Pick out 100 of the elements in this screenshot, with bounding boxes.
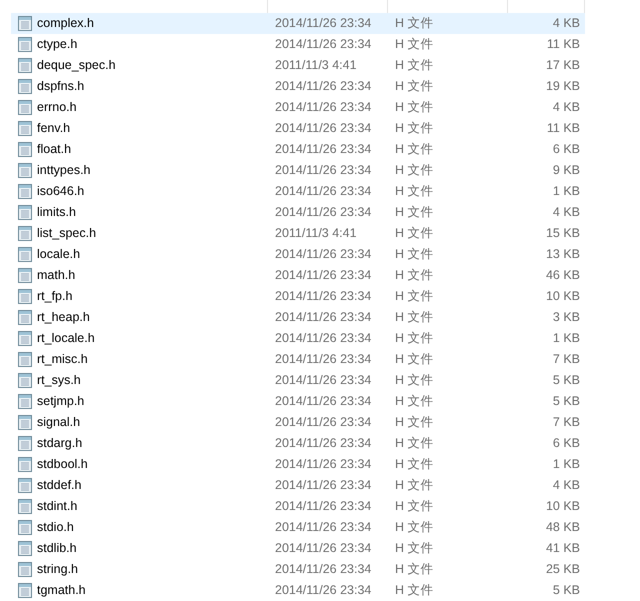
- file-row[interactable]: stddef.h 2014/11/26 23:34 H 文件 4 KB: [11, 475, 585, 496]
- modified-date: 2014/11/26 23:34: [275, 310, 372, 324]
- file-type: H 文件: [395, 478, 434, 492]
- file-row[interactable]: complex.h 2014/11/26 23:34 H 文件 4 KB: [11, 13, 585, 34]
- file-size: 7 KB: [552, 415, 580, 430]
- file-row[interactable]: setjmp.h 2014/11/26 23:34 H 文件 5 KB: [11, 391, 585, 412]
- file-size: 25 KB: [546, 562, 580, 576]
- file-name: float.h: [37, 141, 72, 158]
- file-row[interactable]: tgmath.h 2014/11/26 23:34 H 文件 5 KB: [11, 580, 585, 601]
- file-type: H 文件: [395, 436, 434, 450]
- modified-date: 2014/11/26 23:34: [275, 16, 372, 30]
- file-row[interactable]: string.h 2014/11/26 23:34 H 文件 25 KB: [11, 559, 585, 580]
- file-type: H 文件: [395, 37, 434, 52]
- file-name: stddef.h: [37, 477, 82, 494]
- file-name: limits.h: [37, 204, 76, 222]
- file-name: iso646.h: [37, 183, 84, 200]
- file-name: setjmp.h: [37, 393, 84, 410]
- file-size: 41 KB: [546, 541, 580, 556]
- file-row[interactable]: signal.h 2014/11/26 23:34 H 文件 7 KB: [11, 412, 585, 433]
- file-name: list_spec.h: [37, 225, 96, 242]
- file-size: 6 KB: [552, 142, 580, 156]
- file-type: H 文件: [395, 205, 434, 220]
- file-row[interactable]: rt_misc.h 2014/11/26 23:34 H 文件 7 KB: [11, 349, 585, 370]
- file-icon: [17, 393, 33, 410]
- file-name: stdio.h: [37, 519, 74, 536]
- file-row[interactable]: stdarg.h 2014/11/26 23:34 H 文件 6 KB: [11, 433, 585, 454]
- file-row[interactable]: stdlib.h 2014/11/26 23:34 H 文件 41 KB: [11, 538, 585, 559]
- file-icon: [17, 120, 33, 137]
- file-icon: [17, 288, 33, 305]
- file-row[interactable]: rt_heap.h 2014/11/26 23:34 H 文件 3 KB: [11, 307, 585, 328]
- file-size: 15 KB: [546, 226, 580, 240]
- file-name: tgmath.h: [37, 582, 86, 600]
- file-size: 11 KB: [546, 121, 580, 136]
- modified-date: 2014/11/26 23:34: [275, 79, 372, 94]
- file-row[interactable]: stdio.h 2014/11/26 23:34 H 文件 48 KB: [11, 517, 585, 538]
- file-icon: [17, 246, 33, 263]
- modified-date: 2014/11/26 23:34: [275, 331, 372, 346]
- file-row[interactable]: rt_locale.h 2014/11/26 23:34 H 文件 1 KB: [11, 328, 585, 349]
- file-row[interactable]: math.h 2014/11/26 23:34 H 文件 46 KB: [11, 265, 585, 286]
- modified-date: 2014/11/26 23:34: [275, 247, 372, 262]
- file-icon: [17, 540, 33, 557]
- file-icon: [17, 99, 33, 116]
- file-name: inttypes.h: [37, 162, 91, 180]
- file-size: 9 KB: [552, 163, 580, 178]
- file-type: H 文件: [395, 142, 434, 156]
- file-row[interactable]: errno.h 2014/11/26 23:34 H 文件 4 KB: [11, 97, 585, 118]
- file-icon: [17, 561, 33, 578]
- file-type: H 文件: [395, 79, 434, 94]
- modified-date: 2014/11/26 23:34: [275, 37, 372, 52]
- file-row[interactable]: rt_fp.h 2014/11/26 23:34 H 文件 10 KB: [11, 286, 585, 307]
- file-row[interactable]: stdbool.h 2014/11/26 23:34 H 文件 1 KB: [11, 454, 585, 475]
- file-type: H 文件: [395, 100, 434, 114]
- file-size: 13 KB: [546, 247, 580, 262]
- file-icon: [17, 351, 33, 368]
- file-type: H 文件: [395, 247, 434, 262]
- file-type: H 文件: [395, 352, 434, 366]
- file-icon: [17, 519, 33, 536]
- file-size: 1 KB: [552, 457, 580, 472]
- file-row[interactable]: rt_sys.h 2014/11/26 23:34 H 文件 5 KB: [11, 370, 585, 391]
- file-type: H 文件: [395, 163, 434, 178]
- modified-date: 2014/11/26 23:34: [275, 205, 372, 220]
- file-name: rt_heap.h: [37, 309, 90, 326]
- file-row[interactable]: locale.h 2014/11/26 23:34 H 文件 13 KB: [11, 244, 585, 265]
- file-name: signal.h: [37, 414, 80, 432]
- file-row[interactable]: deque_spec.h 2011/11/3 4:41 H 文件 17 KB: [11, 55, 585, 76]
- modified-date: 2014/11/26 23:34: [275, 394, 372, 408]
- modified-date: 2014/11/26 23:34: [275, 436, 372, 450]
- file-type: H 文件: [395, 373, 434, 388]
- file-size: 4 KB: [552, 100, 580, 114]
- file-name: string.h: [37, 561, 78, 578]
- file-icon: [17, 477, 33, 494]
- modified-date: 2014/11/26 23:34: [275, 163, 372, 178]
- file-row[interactable]: stdint.h 2014/11/26 23:34 H 文件 10 KB: [11, 496, 585, 517]
- file-size: 17 KB: [546, 58, 580, 72]
- file-type: H 文件: [395, 226, 434, 240]
- modified-date: 2014/11/26 23:34: [275, 478, 372, 492]
- file-type: H 文件: [395, 541, 434, 556]
- file-name: math.h: [37, 267, 76, 284]
- file-row[interactable]: inttypes.h 2014/11/26 23:34 H 文件 9 KB: [11, 160, 585, 181]
- file-icon: [17, 267, 33, 284]
- file-name: deque_spec.h: [37, 57, 116, 74]
- file-row[interactable]: limits.h 2014/11/26 23:34 H 文件 4 KB: [11, 202, 585, 223]
- modified-date: 2014/11/26 23:34: [275, 562, 372, 576]
- file-size: 4 KB: [552, 16, 580, 30]
- file-size: 5 KB: [552, 373, 580, 388]
- file-row[interactable]: dspfns.h 2014/11/26 23:34 H 文件 19 KB: [11, 76, 585, 97]
- file-row[interactable]: float.h 2014/11/26 23:34 H 文件 6 KB: [11, 139, 585, 160]
- file-icon: [17, 330, 33, 347]
- file-size: 5 KB: [552, 583, 580, 598]
- modified-date: 2014/11/26 23:34: [275, 499, 372, 514]
- file-size: 4 KB: [552, 478, 580, 492]
- file-type: H 文件: [395, 121, 434, 136]
- file-size: 48 KB: [546, 520, 580, 534]
- file-row[interactable]: iso646.h 2014/11/26 23:34 H 文件 1 KB: [11, 181, 585, 202]
- file-row[interactable]: fenv.h 2014/11/26 23:34 H 文件 11 KB: [11, 118, 585, 139]
- file-row[interactable]: list_spec.h 2011/11/3 4:41 H 文件 15 KB: [11, 223, 585, 244]
- file-row[interactable]: ctype.h 2014/11/26 23:34 H 文件 11 KB: [11, 34, 585, 55]
- file-type: H 文件: [395, 583, 434, 598]
- file-size: 3 KB: [552, 310, 580, 324]
- file-icon: [17, 204, 33, 221]
